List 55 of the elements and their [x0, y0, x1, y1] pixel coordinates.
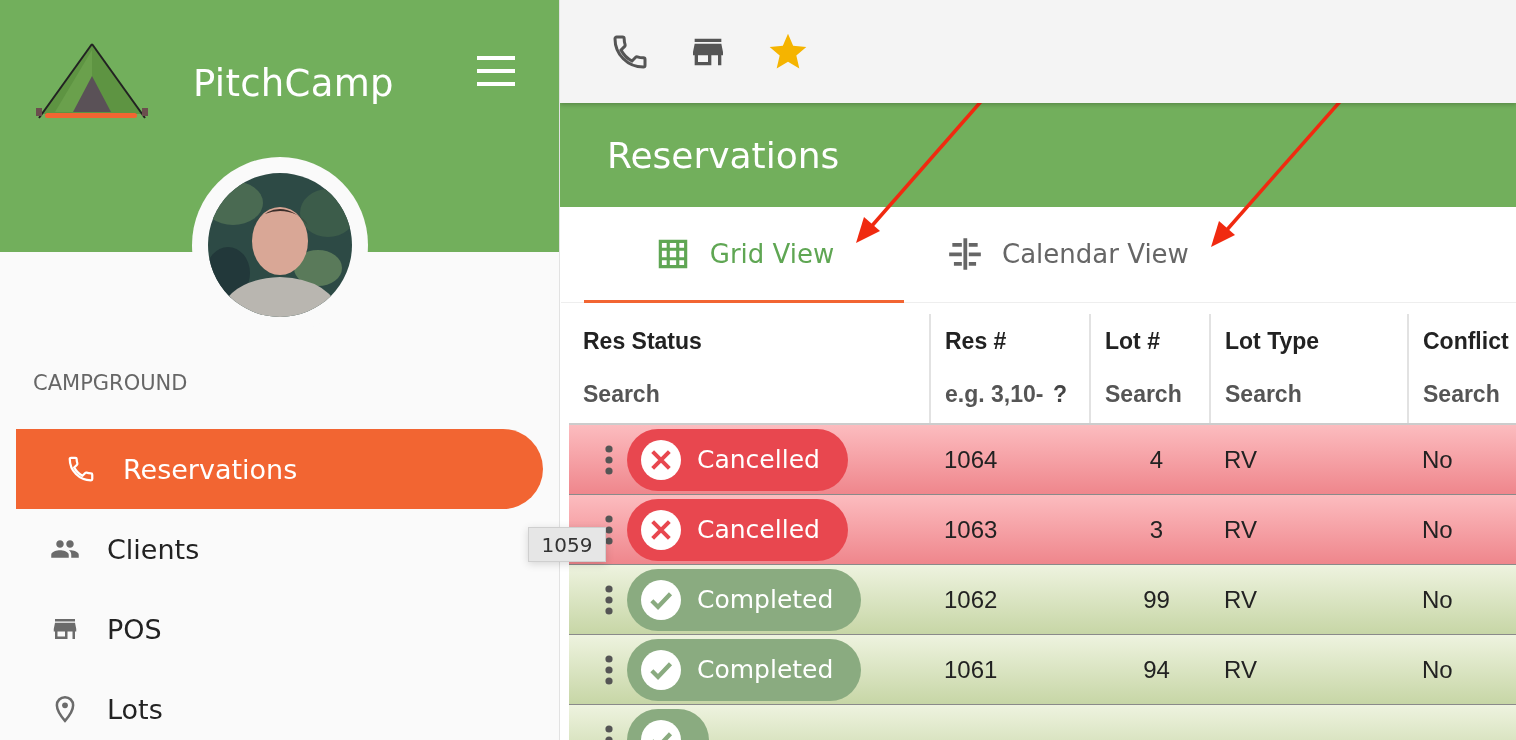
table-row[interactable]: Cancelled 1064 4 RV No [569, 425, 1516, 495]
table-row[interactable]: Completed 1062 99 RV No [569, 565, 1516, 635]
column-header[interactable]: Res Status [583, 328, 929, 355]
table-cell-text: 1061 [943, 655, 999, 684]
more-icon [605, 444, 613, 475]
more-button[interactable] [605, 654, 613, 685]
status-badge: Cancelled [627, 498, 848, 561]
search-field[interactable]: Search [1423, 381, 1515, 408]
more-button[interactable] [605, 584, 613, 615]
table-cell-text: 1063 [943, 515, 999, 544]
more-icon [605, 514, 613, 545]
check-circle-icon [641, 579, 681, 620]
view-tab[interactable]: Calendar View [904, 207, 1231, 303]
search-field[interactable]: Search [1225, 381, 1395, 408]
column-header[interactable]: Res # [945, 328, 1089, 355]
more-icon [605, 654, 613, 685]
table-cell-text: No [1421, 445, 1454, 474]
table-cell-text: No [1421, 515, 1454, 544]
column-header[interactable]: Conflict [1423, 328, 1516, 355]
phone-icon [66, 454, 96, 484]
table-cell-text: No [1421, 655, 1454, 684]
close-circle-icon [641, 509, 681, 550]
nav-item[interactable]: Lots [0, 669, 559, 740]
app-title: PitchCamp [193, 62, 394, 105]
help-icon[interactable]: ? [1053, 381, 1068, 408]
status-badge: Cancelled [627, 428, 848, 491]
table-cell-text: 4 [1148, 445, 1165, 474]
table-cell-text: 1062 [943, 585, 999, 614]
status-badge: Completed [627, 638, 862, 701]
table-row[interactable]: Completed 1061 94 RV No [569, 635, 1516, 705]
section-label: CAMPGROUND [33, 370, 189, 396]
column-header[interactable]: Lot Type [1225, 328, 1407, 355]
check-circle-icon [641, 649, 681, 690]
search-field[interactable]: Search [1105, 381, 1197, 408]
nav-item[interactable]: POS [0, 589, 559, 669]
close-circle-icon [641, 439, 681, 480]
table-cell-text: 3 [1148, 515, 1165, 544]
more-button[interactable] [605, 514, 613, 545]
more-button[interactable] [605, 444, 613, 475]
menu-button[interactable] [477, 56, 515, 86]
search-field[interactable]: Search [583, 381, 915, 408]
column-header[interactable]: Lot # [1105, 328, 1209, 355]
table-cell-text: 94 [1142, 655, 1171, 684]
more-icon [605, 584, 613, 615]
table-cell-text: RV [1223, 515, 1258, 544]
table-cell-text: 99 [1142, 585, 1171, 614]
tooltip: 1059 [528, 527, 606, 562]
table-cell-text: No [1421, 585, 1454, 614]
search-field[interactable]: e.g. 3,10- [945, 381, 1047, 408]
table-cell-text: 1064 [943, 445, 999, 474]
table-cell-text: RV [1223, 445, 1258, 474]
table-cell-text: RV [1223, 655, 1258, 684]
page-title: Reservations [607, 134, 840, 176]
status-badge: Completed [627, 568, 862, 631]
table-cell-text: RV [1223, 585, 1258, 614]
